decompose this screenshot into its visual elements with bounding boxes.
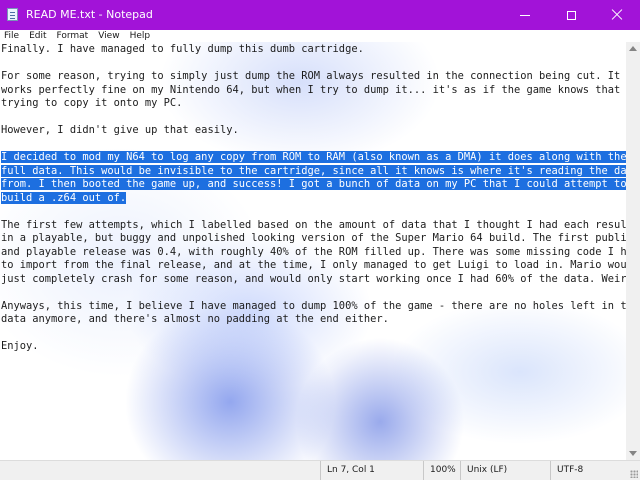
menu-help[interactable]: Help <box>126 30 157 42</box>
status-zoom: 100% <box>423 461 456 480</box>
status-line-ending: Unix (LF) <box>460 461 507 480</box>
text-line: from. I then booted the game up, and suc… <box>1 178 626 192</box>
menu-bar: File Edit Format View Help <box>0 30 640 42</box>
menu-format[interactable]: Format <box>53 30 95 42</box>
text-line: data anymore, and there's almost no padd… <box>1 313 623 327</box>
line-text: works perfectly fine on my Nintendo 64, … <box>1 83 626 96</box>
vertical-scrollbar[interactable] <box>626 42 640 460</box>
line-text: and playable release was 0.4, with rough… <box>1 245 626 258</box>
maximize-button[interactable] <box>548 0 594 30</box>
menu-file[interactable]: File <box>0 30 25 42</box>
text-line <box>1 111 623 125</box>
menu-edit[interactable]: Edit <box>25 30 52 42</box>
text-line: just completely crash for some reason, a… <box>1 272 626 287</box>
text-line: The first few attempts, which I labelled… <box>1 218 626 233</box>
text-line: Finally. I have managed to fully dump th… <box>1 43 623 57</box>
text-line: works perfectly fine on my Nintendo 64, … <box>1 84 623 98</box>
menu-view[interactable]: View <box>94 30 125 42</box>
scroll-down-arrow-icon[interactable] <box>629 451 637 456</box>
selected-text: build a .z64 out of. <box>1 191 127 204</box>
text-editor[interactable]: Finally. I have managed to fully dump th… <box>0 42 626 460</box>
line-text: to import from the final release, and at… <box>1 259 626 271</box>
status-cursor-position: Ln 7, Col 1 <box>320 461 375 480</box>
title-bar[interactable]: READ ME.txt - Notepad <box>0 0 640 30</box>
resize-grip-icon[interactable] <box>630 470 638 478</box>
text-line: to import from the final release, and at… <box>1 259 626 273</box>
minimize-button[interactable] <box>502 0 548 30</box>
text-line <box>1 138 623 152</box>
text-line: in a playable, but buggy and unpolished … <box>1 232 626 246</box>
maximize-icon <box>566 10 576 20</box>
line-text: Enjoy. <box>1 340 39 352</box>
selected-text: I decided to mod my N64 to log any copy … <box>1 151 626 163</box>
text-line: and playable release was 0.4, with rough… <box>1 245 626 260</box>
line-text: However, I didn't give up that easily. <box>1 124 239 136</box>
text-line: full data. This would be invisible to th… <box>1 164 626 179</box>
text-line: For some reason, trying to simply just d… <box>1 70 623 84</box>
status-encoding: UTF-8 <box>550 461 583 480</box>
document-text[interactable]: Finally. I have managed to fully dump th… <box>1 43 626 354</box>
text-line: Enjoy. <box>1 340 623 354</box>
line-text: Finally. I have managed to fully dump th… <box>1 43 364 55</box>
selected-text: from. I then booted the game up, and suc… <box>1 178 626 190</box>
line-text: The first few attempts, which I labelled… <box>1 218 626 231</box>
text-line: However, I didn't give up that easily. <box>1 124 623 138</box>
line-text: data anymore, and there's almost no padd… <box>1 313 389 325</box>
scroll-up-arrow-icon[interactable] <box>629 46 637 51</box>
text-line <box>1 286 623 300</box>
notepad-window: READ ME.txt - Notepad File Edit Format V… <box>0 0 640 480</box>
text-line <box>1 205 623 219</box>
line-text: just completely crash for some reason, a… <box>1 272 626 285</box>
window-title: READ ME.txt - Notepad <box>26 8 153 21</box>
close-icon <box>611 9 623 21</box>
status-bar: Ln 7, Col 1 100% Unix (LF) UTF-8 <box>0 460 640 480</box>
text-line: Anyways, this time, I believe I have man… <box>1 299 626 314</box>
minimize-icon <box>520 14 530 16</box>
line-text: trying to copy it onto my PC. <box>1 97 183 109</box>
notepad-app-icon[interactable] <box>7 8 18 21</box>
text-line: I decided to mod my N64 to log any copy … <box>1 151 626 165</box>
line-text: in a playable, but buggy and unpolished … <box>1 232 626 244</box>
text-line: trying to copy it onto my PC. <box>1 97 623 111</box>
selected-text: full data. This would be invisible to th… <box>1 164 626 177</box>
line-text: For some reason, trying to simply just d… <box>1 70 621 82</box>
text-line <box>1 57 623 71</box>
text-line: build a .z64 out of. <box>1 191 623 206</box>
text-line <box>1 327 623 341</box>
close-button[interactable] <box>594 0 640 30</box>
line-text: Anyways, this time, I believe I have man… <box>1 299 626 312</box>
